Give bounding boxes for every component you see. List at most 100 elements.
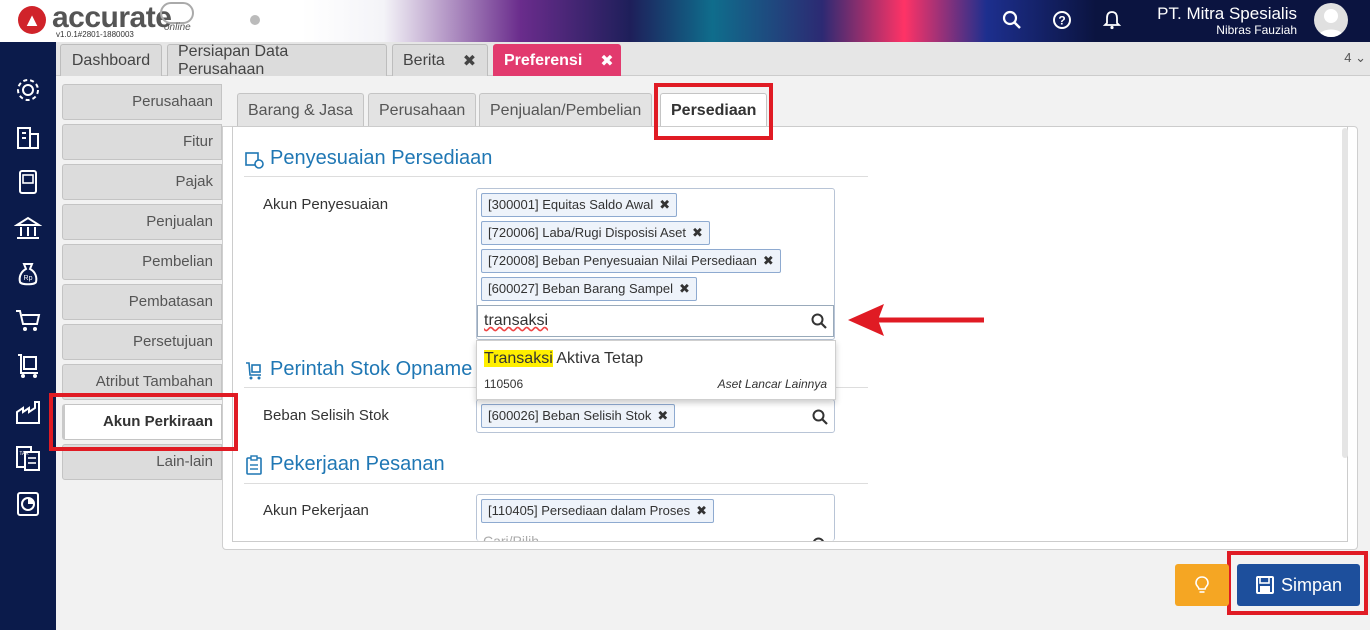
- cart-icon[interactable]: [14, 306, 42, 334]
- company-name: PT. Mitra Spesialis: [1157, 4, 1297, 23]
- chip-label: [600027] Beban Barang Sampel: [488, 281, 674, 296]
- tab-preferensi[interactable]: Preferensi ✖: [493, 44, 621, 76]
- remove-chip-icon[interactable]: ✖: [657, 408, 668, 423]
- tab-dashboard[interactable]: Dashboard: [60, 44, 162, 76]
- suggestion-item[interactable]: Transaksi Aktiva Tetap: [484, 350, 643, 368]
- account-chip: [300001] Equitas Saldo Awal ✖: [481, 193, 678, 217]
- remove-chip-icon[interactable]: ✖: [659, 197, 670, 212]
- account-chip: [110405] Persediaan dalam Proses ✖: [481, 499, 715, 523]
- tips-button[interactable]: [1175, 564, 1229, 606]
- panel-scrollbar[interactable]: [1342, 128, 1348, 458]
- search-icon[interactable]: [812, 537, 828, 541]
- search-placeholder[interactable]: Cari/Pilih...: [483, 533, 551, 541]
- logo-mark-icon: ▲: [18, 6, 46, 34]
- adjust-box-icon: [245, 151, 264, 169]
- remove-chip-icon[interactable]: ✖: [696, 503, 707, 518]
- remove-chip-icon[interactable]: ✖: [679, 281, 690, 296]
- svg-text:Rp: Rp: [24, 275, 33, 282]
- tab-label: Dashboard: [71, 51, 151, 69]
- section-title-text: Penyesuaian Persediaan: [270, 147, 493, 169]
- avatar[interactable]: [1314, 3, 1348, 37]
- money-bag-icon[interactable]: Rp: [14, 260, 42, 288]
- akun-penyesuaian-multiselect[interactable]: [300001] Equitas Saldo Awal ✖ [720006] La…: [476, 188, 835, 340]
- subtab-penjualan-pembelian[interactable]: Penjualan/Pembelian: [479, 93, 653, 127]
- lightbulb-icon: [1195, 576, 1209, 593]
- menu-pembatasan[interactable]: Pembatasan: [62, 284, 222, 320]
- remove-chip-icon[interactable]: ✖: [763, 253, 774, 268]
- menu-persetujuan[interactable]: Persetujuan: [62, 324, 222, 360]
- search-icon[interactable]: [1001, 9, 1023, 31]
- annotation-box-akun-perkiraan: [49, 393, 238, 451]
- chip-label: [300001] Equitas Saldo Awal: [488, 197, 654, 212]
- chip-label: [110405] Persediaan dalam Proses: [488, 503, 691, 518]
- cart-icon: [246, 361, 261, 379]
- menu-label: Pembatasan: [128, 293, 213, 310]
- suggestion-category: Aset Lancar Lainnya: [717, 377, 827, 391]
- menu-fitur[interactable]: Fitur: [62, 124, 222, 160]
- menu-label: Perusahaan: [132, 93, 213, 110]
- menu-perusahaan[interactable]: Perusahaan: [62, 84, 222, 120]
- section-pekerjaan-title: Pekerjaan Pesanan: [244, 453, 445, 476]
- building-icon[interactable]: [14, 122, 42, 150]
- logo-text: accurate: [52, 1, 172, 34]
- chevron-down-icon: ⌄: [1355, 50, 1366, 65]
- tab-strip: Dashboard Persiapan Data Perusahaan Beri…: [56, 42, 1370, 78]
- section-title-text: Perintah Stok Opname: [270, 358, 473, 380]
- chip-label: [720006] Laba/Rugi Disposisi Aset: [488, 225, 687, 240]
- floppy-disk-icon: [1255, 576, 1274, 594]
- menu-label: Fitur: [183, 133, 213, 150]
- main-sidebar: Rp TAX: [0, 42, 56, 630]
- account-chip: [600026] Beban Selisih Stok ✖: [481, 404, 676, 428]
- tab-label: Preferensi: [504, 51, 583, 69]
- annotation-box-persediaan: [654, 83, 773, 140]
- gear-icon[interactable]: [14, 76, 42, 104]
- clipboard-icon: [246, 454, 262, 475]
- menu-label: Pembelian: [142, 253, 213, 270]
- help-icon[interactable]: ?: [1051, 9, 1073, 31]
- close-icon[interactable]: ✖: [463, 51, 476, 71]
- section-title-text: Pekerjaan Pesanan: [270, 453, 445, 475]
- close-icon[interactable]: ✖: [600, 51, 613, 71]
- beban-selisih-stok-multiselect[interactable]: [600026] Beban Selisih Stok ✖: [476, 399, 835, 433]
- bell-icon[interactable]: [1101, 9, 1123, 31]
- tax-report-icon[interactable]: TAX: [14, 444, 42, 472]
- subtab-label: Penjualan/Pembelian: [490, 102, 642, 119]
- tab-count-dropdown[interactable]: 4 ⌄: [1344, 50, 1366, 66]
- suggestion-match: Transaksi: [484, 350, 553, 367]
- tab-count: 4: [1344, 50, 1352, 65]
- menu-label: Pajak: [175, 173, 213, 190]
- save-label: Simpan: [1280, 574, 1343, 595]
- report-chart-icon[interactable]: [14, 490, 42, 518]
- section-opname-title: Perintah Stok Opname: [244, 358, 472, 381]
- cloud-icon: [160, 2, 194, 24]
- search-icon[interactable]: [811, 313, 827, 329]
- tab-persiapan-data[interactable]: Persiapan Data Perusahaan: [167, 42, 387, 78]
- label-beban-selisih-stok: Beban Selisih Stok: [263, 407, 389, 424]
- subtab-label: Barang & Jasa: [248, 102, 353, 119]
- save-button[interactable]: Simpan: [1237, 564, 1360, 606]
- company-info[interactable]: PT. Mitra Spesialis Nibras Fauziah: [1157, 4, 1297, 37]
- menu-pajak[interactable]: Pajak: [62, 164, 222, 200]
- factory-icon[interactable]: [14, 398, 42, 426]
- remove-chip-icon[interactable]: ✖: [692, 225, 703, 240]
- delivery-cart-icon[interactable]: [14, 352, 42, 380]
- search-icon[interactable]: [812, 409, 828, 425]
- menu-label: Lain-lain: [156, 453, 213, 470]
- subtab-label: Perusahaan: [379, 102, 466, 119]
- akun-pekerjaan-multiselect[interactable]: [110405] Persediaan dalam Proses ✖ Cari/P…: [476, 494, 835, 541]
- subtab-barang-jasa[interactable]: Barang & Jasa: [237, 93, 364, 127]
- menu-pembelian[interactable]: Pembelian: [62, 244, 222, 280]
- label-akun-penyesuaian: Akun Penyesuaian: [263, 196, 389, 213]
- account-suggestion-dropdown: Transaksi Aktiva Tetap 110506 Aset Lanca…: [476, 340, 836, 400]
- chip-label: [720008] Beban Penyesuaian Nilai Persedi…: [488, 253, 757, 268]
- tab-label: Persiapan Data Perusahaan: [178, 42, 289, 78]
- ledger-icon[interactable]: [14, 168, 42, 196]
- user-name: Nibras Fauziah: [1216, 23, 1297, 37]
- tab-berita[interactable]: Berita ✖: [392, 44, 488, 76]
- subtab-perusahaan[interactable]: Perusahaan: [368, 93, 477, 127]
- account-search-input[interactable]: transaksi: [477, 305, 834, 337]
- account-chip: [720006] Laba/Rugi Disposisi Aset ✖: [481, 221, 710, 245]
- bank-icon[interactable]: [13, 214, 43, 242]
- menu-penjualan[interactable]: Penjualan: [62, 204, 222, 240]
- section-penyesuaian-title: Penyesuaian Persediaan: [244, 147, 492, 170]
